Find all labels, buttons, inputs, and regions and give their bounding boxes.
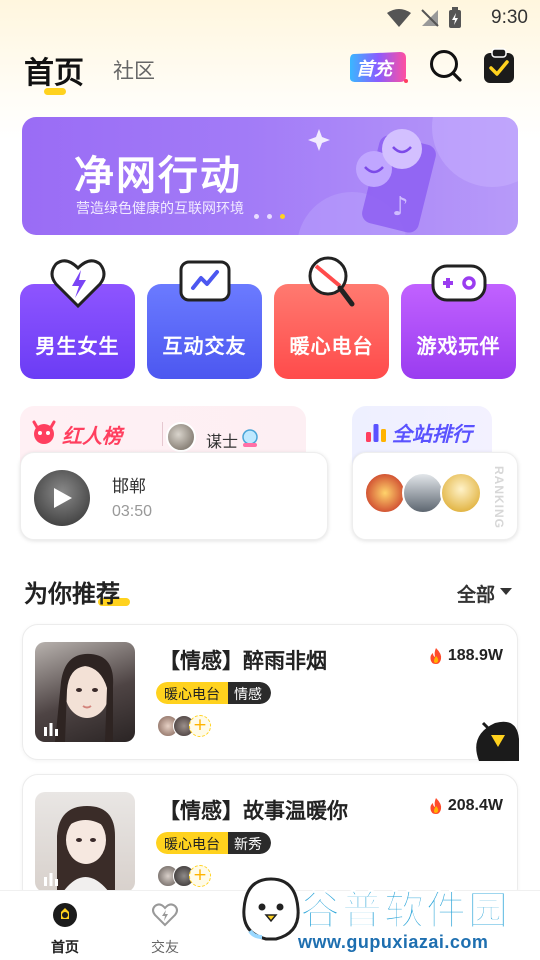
divider xyxy=(162,422,163,446)
filter-dropdown[interactable]: 全部 xyxy=(457,580,495,607)
room-tag-sub: 新秀 xyxy=(228,832,271,854)
ranking-avatar-2[interactable] xyxy=(402,472,444,514)
banner-dot-active xyxy=(280,214,285,219)
status-icons xyxy=(386,7,462,29)
search-icon xyxy=(430,50,462,82)
hot-rank-title: 红人榜 xyxy=(62,424,122,448)
add-seat-icon[interactable]: + xyxy=(189,865,211,887)
top-user-name: 谋士 xyxy=(206,432,239,451)
category-game-partner[interactable]: 游戏玩伴 xyxy=(401,264,516,379)
ranking-avatar-1[interactable] xyxy=(364,472,406,514)
audio-bars-icon xyxy=(44,723,58,736)
gamepad-icon xyxy=(429,254,489,312)
nav-home[interactable]: 首页 xyxy=(35,901,95,957)
wifi-icon xyxy=(387,9,411,27)
category-boys-girls[interactable]: 男生女生 xyxy=(20,259,135,379)
tab-community[interactable]: 社区 xyxy=(113,55,155,85)
category-label: 互动交友 xyxy=(162,334,247,358)
category-label: 暖心电台 xyxy=(289,334,374,358)
play-icon[interactable] xyxy=(52,486,74,510)
hot-rank-card[interactable]: 红人榜 谋士 邯郸 03:50 xyxy=(20,406,328,540)
clipboard-check-icon xyxy=(484,48,514,83)
microphone-icon xyxy=(302,254,362,312)
category-label: 游戏玩伴 xyxy=(416,334,501,358)
first-recharge-button[interactable]: 首充 xyxy=(348,50,408,84)
tab-home[interactable]: 首页 xyxy=(24,48,84,92)
room-heat: 188.9W xyxy=(428,647,503,665)
devil-face-icon xyxy=(32,420,56,444)
search-button[interactable] xyxy=(428,48,464,84)
status-bar: 9:30 xyxy=(0,0,540,36)
banner-title: 净网行动 xyxy=(74,153,242,199)
watermark-url: www.gupuxiazai.com xyxy=(298,932,489,952)
recommend-title: 为你推荐 xyxy=(24,580,120,608)
room-heat-value: 208.4W xyxy=(447,797,503,814)
ranking-watermark-label: RANKING xyxy=(492,466,506,529)
site-ranking-card[interactable]: 全站排行 RANKING xyxy=(352,406,518,540)
corner-sticker-icon xyxy=(476,721,519,761)
chat-screen-icon xyxy=(175,254,235,312)
room-heat: 208.4W xyxy=(428,797,503,815)
promo-banner[interactable]: ♪ 净网行动 营造绿色健康的互联网环境 xyxy=(22,117,518,235)
site-ranking-title: 全站排行 xyxy=(392,422,472,446)
room-tags: 暖心电台 情感 xyxy=(156,682,271,704)
top-user-avatar[interactable] xyxy=(166,422,196,452)
task-button[interactable] xyxy=(482,47,516,85)
ranking-avatar-3[interactable] xyxy=(440,472,482,514)
song-duration: 03:50 xyxy=(112,503,153,520)
add-seat-icon[interactable]: + xyxy=(189,715,211,737)
nav-friends-label: 交友 xyxy=(151,940,179,956)
site-watermark: 谷普软件园 www.gupuxiazai.com xyxy=(292,878,540,960)
room-card[interactable]: 【情感】醉雨非烟 188.9W 暖心电台 情感 + xyxy=(22,624,519,761)
banner-dot xyxy=(254,214,259,219)
no-signal-icon xyxy=(421,9,439,27)
room-tags: 暖心电台 新秀 xyxy=(156,832,271,854)
caret-down-icon[interactable] xyxy=(500,588,512,595)
nav-friends[interactable]: 交友 xyxy=(135,901,195,957)
room-tag-category: 暖心电台 xyxy=(156,682,228,704)
room-thumbnail xyxy=(35,792,135,892)
status-time: 9:30 xyxy=(491,7,528,28)
heart-icon xyxy=(48,254,108,312)
room-name: 【情感】故事温暖你 xyxy=(159,799,348,823)
bar-chart-icon xyxy=(366,424,386,442)
nav-home-label: 首页 xyxy=(51,940,79,956)
song-title: 邯郸 xyxy=(112,477,146,497)
room-member-avatars: + xyxy=(157,715,211,737)
category-label: 男生女生 xyxy=(35,334,120,358)
svg-text:♪: ♪ xyxy=(392,192,409,222)
fire-icon xyxy=(430,648,442,664)
battery-icon xyxy=(449,7,461,28)
crystal-ball-icon xyxy=(242,429,258,447)
room-member-avatars: + xyxy=(157,865,211,887)
room-tag-sub: 情感 xyxy=(228,682,271,704)
category-warm-radio[interactable]: 暖心电台 xyxy=(274,256,389,379)
category-interactive-friends[interactable]: 互动交友 xyxy=(147,260,262,379)
banner-pagination xyxy=(254,214,285,219)
watermark-title: 谷普软件园 xyxy=(300,888,510,935)
banner-subtitle: 营造绿色健康的互联网环境 xyxy=(76,201,244,217)
fire-icon xyxy=(430,798,442,814)
banner-dot xyxy=(267,214,272,219)
room-tag-category: 暖心电台 xyxy=(156,832,228,854)
heart-outline-icon xyxy=(152,903,178,927)
home-icon xyxy=(53,903,77,927)
room-name: 【情感】醉雨非烟 xyxy=(159,649,327,673)
room-heat-value: 188.9W xyxy=(447,647,503,664)
active-tab-indicator xyxy=(44,88,66,95)
room-thumbnail xyxy=(35,642,135,742)
audio-bars-icon xyxy=(44,873,58,886)
recharge-badge-label: 首充 xyxy=(356,59,392,80)
